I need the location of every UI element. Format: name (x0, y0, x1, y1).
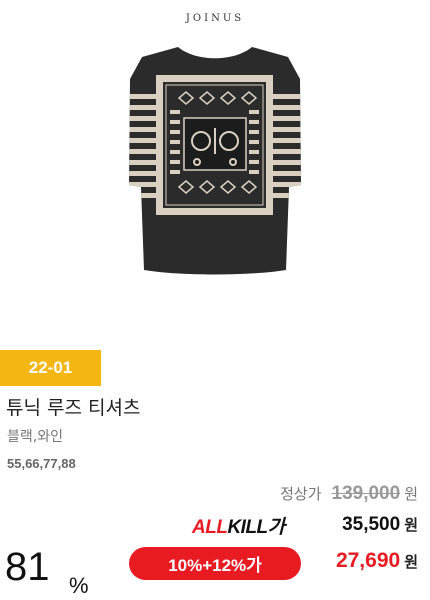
discount-unit: % (69, 573, 89, 598)
product-sizes: 55,66,77,88 (7, 456, 76, 471)
product-name[interactable]: 튜닉 루즈 티셔츠 (6, 393, 140, 420)
allkill-price: 35,500 (342, 514, 401, 535)
regular-price-row: 정상가 139,000 원 (280, 483, 418, 505)
coupon-discount-badge[interactable]: 10%+12%가 (129, 547, 301, 580)
allkill-logo-kill: KILL가 (227, 517, 285, 538)
regular-price: 139,000 (331, 483, 401, 504)
discount-rate: 81 (5, 545, 50, 589)
final-price: 27,690 (335, 549, 401, 572)
currency-unit: 원 (404, 553, 418, 571)
currency-unit: 원 (404, 485, 418, 503)
allkill-logo: ALLKILL가 (192, 512, 285, 539)
currency-unit: 원 (404, 516, 418, 534)
allkill-logo-all: ALL (192, 517, 228, 538)
allkill-price-row: 35,500 원 (342, 514, 418, 536)
final-price-row: 27,690 원 (336, 549, 418, 573)
product-image[interactable]: JOINUS (0, 0, 430, 340)
tshirt-illustration (129, 47, 301, 275)
season-badge: 22-01 (0, 350, 101, 386)
product-colors: 블랙,와인 (7, 429, 63, 445)
regular-price-label: 정상가 (280, 485, 322, 503)
